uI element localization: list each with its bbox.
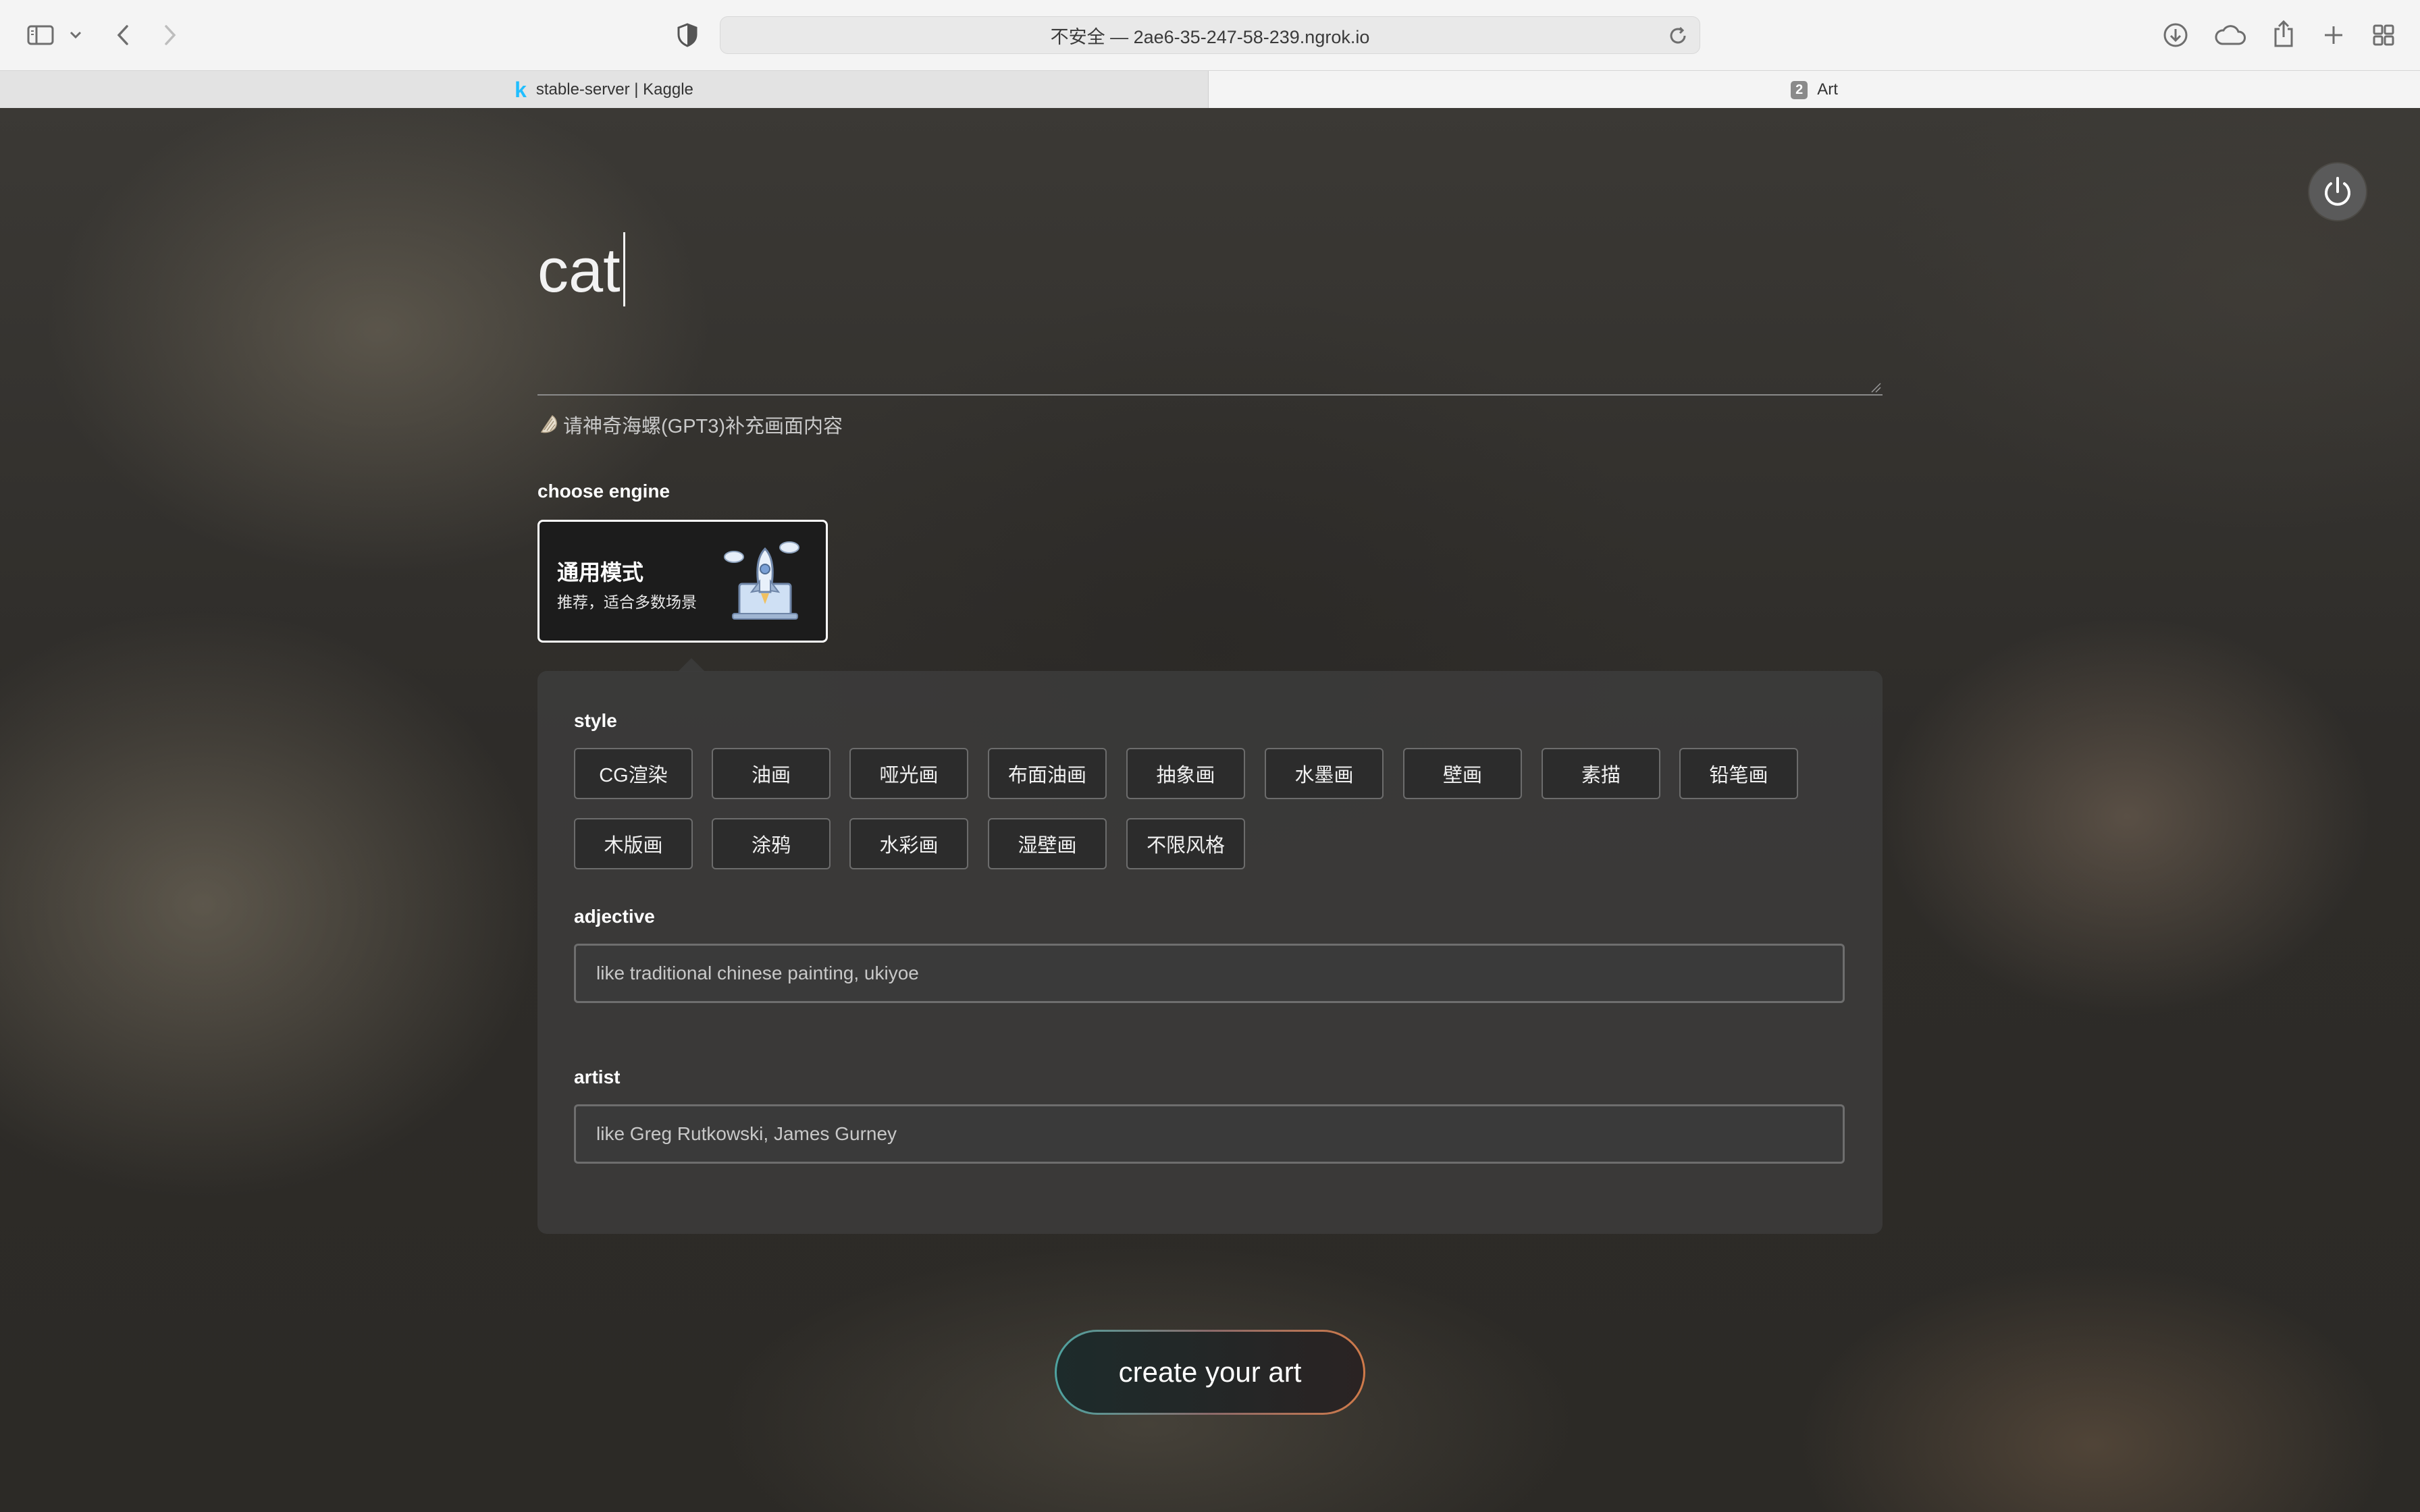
style-option[interactable]: 水墨画 (1265, 748, 1384, 799)
style-label: style (574, 710, 617, 731)
create-art-label: create your art (1118, 1356, 1302, 1388)
style-option[interactable]: 布面油画 (988, 748, 1107, 799)
create-art-button[interactable]: create your art (1055, 1330, 1365, 1415)
style-option[interactable]: 哑光画 (849, 748, 968, 799)
resize-grip-icon[interactable] (1870, 382, 1881, 393)
tab-bar: k stable-server | Kaggle 2 Art (0, 70, 2420, 109)
artist-input[interactable]: like Greg Rutkowski, James Gurney (574, 1104, 1845, 1164)
cloud-icon[interactable] (2213, 20, 2247, 50)
artist-placeholder: like Greg Rutkowski, James Gurney (596, 1123, 897, 1144)
style-option[interactable]: 抽象画 (1126, 748, 1245, 799)
adjective-input[interactable]: like traditional chinese painting, ukiyo… (574, 944, 1845, 1003)
sidebar-icon[interactable] (26, 22, 55, 49)
tab-overview-icon[interactable] (2369, 20, 2398, 50)
reload-icon[interactable] (1666, 24, 1690, 48)
style-option[interactable]: 油画 (712, 748, 831, 799)
back-icon[interactable] (108, 20, 138, 50)
rocket-laptop-icon (724, 541, 799, 620)
adjective-placeholder: like traditional chinese painting, ukiyo… (596, 963, 919, 983)
gpt-suggest-label: 请神奇海螺(GPT3)补充画面内容 (563, 416, 843, 437)
kaggle-k-icon: k (515, 77, 527, 102)
tab-count-badge: 2 (1791, 80, 1808, 99)
engine-subtitle: 推荐，适合多数场景 (557, 593, 697, 611)
style-option[interactable]: 素描 (1542, 748, 1660, 799)
style-option[interactable]: 壁画 (1403, 748, 1522, 799)
url-text: 不安全 — 2ae6-35-247-58-239.ngrok.io (1050, 26, 1370, 47)
download-icon[interactable] (2161, 20, 2190, 50)
power-button[interactable] (2309, 163, 2366, 220)
power-icon (2325, 177, 2350, 206)
chevron-down-icon[interactable] (66, 26, 85, 45)
tab-kaggle[interactable]: k stable-server | Kaggle (0, 71, 1209, 109)
tab-art[interactable]: 2 Art (1209, 71, 2420, 109)
share-icon[interactable] (2270, 18, 2297, 50)
plus-icon[interactable] (2320, 20, 2347, 50)
page-content: cat 请神奇海螺(GPT3)补充画面内容 choose engine 通用模式… (0, 108, 2420, 1512)
browser-toolbar: 不安全 — 2ae6-35-247-58-239.ngrok.io (0, 0, 2420, 70)
style-option[interactable]: CG渲染 (574, 748, 693, 799)
panel-pointer (678, 658, 705, 672)
address-bar[interactable]: 不安全 — 2ae6-35-247-58-239.ngrok.io (720, 16, 1700, 54)
style-option[interactable]: 铅笔画 (1679, 748, 1798, 799)
style-option[interactable]: 水彩画 (849, 818, 968, 869)
shell-icon (540, 414, 557, 433)
shield-icon[interactable] (673, 20, 702, 50)
engine-card-general[interactable]: 通用模式 推荐，适合多数场景 (537, 520, 828, 643)
style-option[interactable]: 不限风格 (1126, 818, 1245, 869)
engine-title: 通用模式 (557, 560, 644, 585)
prompt-textarea[interactable]: cat (537, 225, 1883, 396)
style-option[interactable]: 木版画 (574, 818, 693, 869)
prompt-value: cat (537, 236, 621, 305)
style-option[interactable]: 涂鸦 (712, 818, 831, 869)
text-caret (623, 232, 625, 306)
forward-icon[interactable] (155, 20, 185, 50)
style-option[interactable]: 湿壁画 (988, 818, 1107, 869)
tab-label: Art (1817, 80, 1838, 99)
tab-label: stable-server | Kaggle (535, 80, 693, 99)
engine-label: choose engine (537, 481, 670, 502)
artist-label: artist (574, 1066, 621, 1087)
gpt-suggest-link[interactable]: 请神奇海螺(GPT3)补充画面内容 (537, 410, 843, 439)
adjective-label: adjective (574, 906, 655, 927)
